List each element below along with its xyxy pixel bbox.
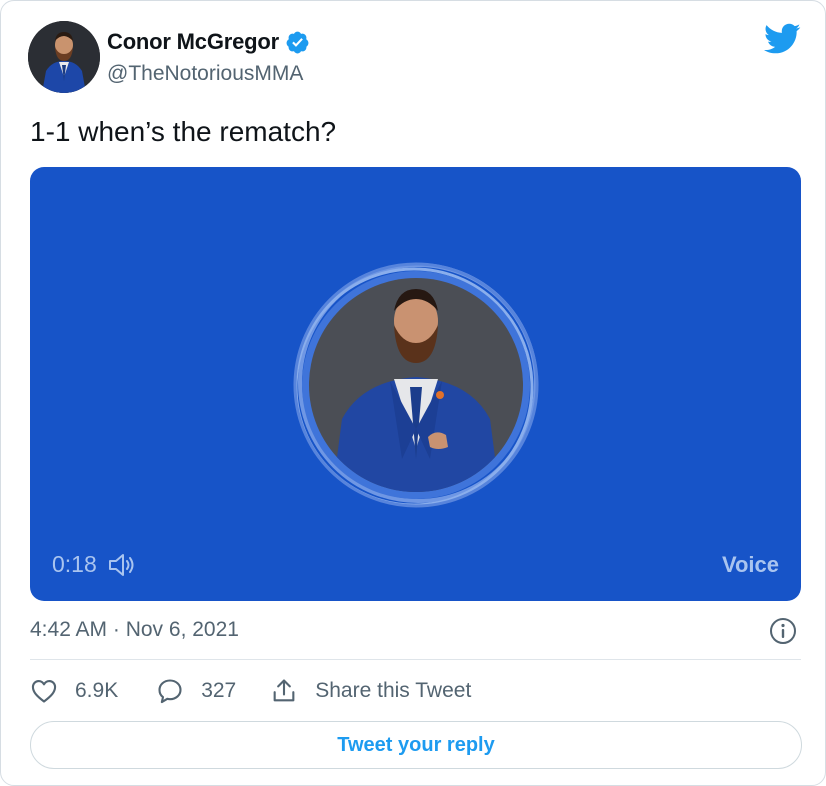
voice-label: Voice — [721, 552, 779, 577]
reply-count: 327 — [201, 679, 237, 702]
avatar-image — [28, 21, 100, 93]
tweet-card: Conor McGregor @TheNotoriousMMA 1-1 when… — [0, 0, 826, 786]
reply-button[interactable]: 327 — [156, 677, 236, 705]
duration-text: 0:18 — [52, 551, 97, 577]
author-handle[interactable]: @TheNotoriousMMA — [107, 62, 303, 86]
voice-duration: 0:18 — [52, 551, 137, 578]
share-button[interactable]: Share this Tweet — [270, 677, 471, 705]
reply-bubble-icon[interactable] — [156, 677, 184, 705]
info-icon[interactable] — [768, 616, 798, 646]
tweet-text: 1-1 when’s the rematch? — [30, 116, 337, 147]
speaker-icon[interactable] — [107, 552, 137, 578]
divider — [30, 659, 801, 660]
author-display-name[interactable]: Conor McGregor — [107, 29, 279, 55]
tweet-timestamp[interactable]: 4:42 AM · Nov 6, 2021 — [30, 618, 239, 642]
voice-avatar-visual — [293, 262, 539, 508]
share-label: Share this Tweet — [315, 679, 472, 702]
like-button[interactable]: 6.9K — [30, 677, 118, 705]
voice-media-player[interactable]: 0:18 Voice — [30, 167, 801, 601]
heart-icon[interactable] — [30, 677, 58, 705]
like-count: 6.9K — [75, 679, 119, 702]
avatar[interactable] — [28, 21, 100, 93]
author-name-row[interactable]: Conor McGregor — [107, 29, 310, 55]
twitter-bird-icon[interactable] — [764, 23, 801, 55]
tweet-reply-button[interactable]: Tweet your reply — [30, 721, 802, 769]
tweet-actions: 6.9K 327 Share this Tweet — [30, 677, 471, 705]
share-icon[interactable] — [270, 677, 298, 705]
tweet-reply-label: Tweet your reply — [337, 733, 495, 756]
verified-badge-icon — [286, 31, 309, 53]
